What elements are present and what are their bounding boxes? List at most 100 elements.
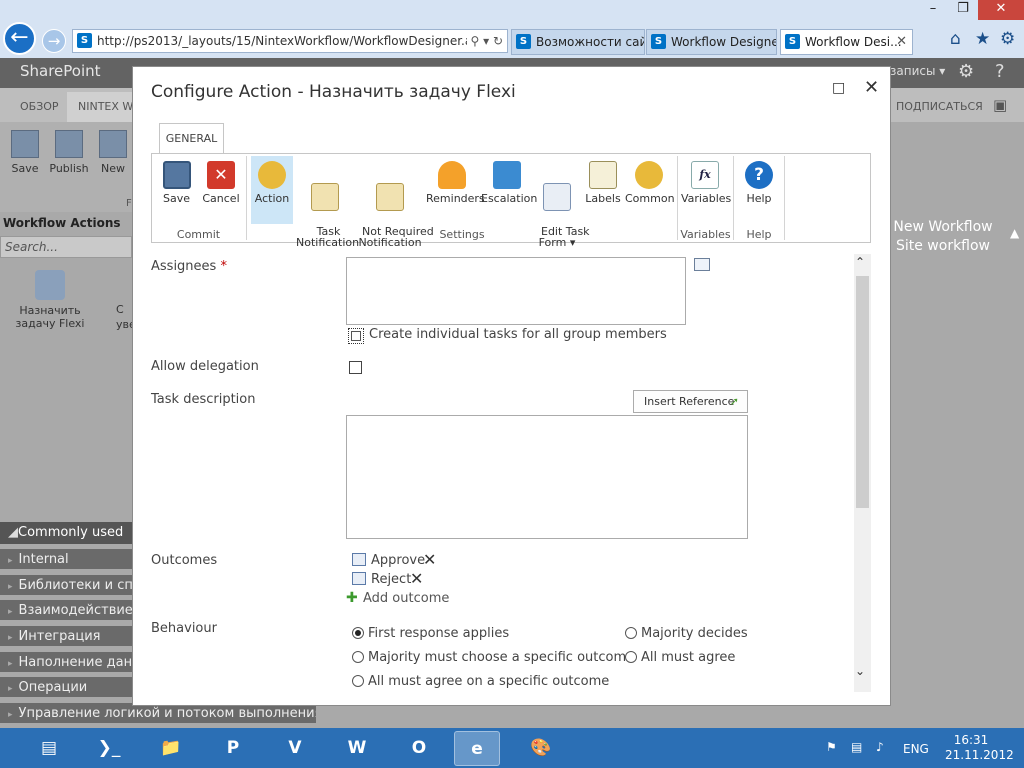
- search-icon[interactable]: ⚲: [470, 34, 479, 48]
- volume-icon[interactable]: ♪: [876, 740, 884, 754]
- radio-majority-decides[interactable]: [625, 627, 637, 639]
- labels-button[interactable]: Labels: [582, 156, 624, 224]
- variables-button[interactable]: fx Variables: [681, 156, 731, 224]
- tab-browse[interactable]: ОБЗОР: [20, 100, 59, 113]
- category-operations[interactable]: ▸ Операции: [0, 675, 132, 697]
- browser-tab-2[interactable]: S Workflow Designer: [646, 29, 777, 55]
- assignees-input[interactable]: [346, 257, 686, 325]
- radio-all-agree-specific[interactable]: [352, 675, 364, 687]
- radio-first-response[interactable]: [352, 627, 364, 639]
- explorer-icon[interactable]: 📁: [148, 731, 194, 766]
- word-icon[interactable]: W: [334, 731, 380, 766]
- network-icon[interactable]: ▤: [851, 740, 862, 754]
- radio-all-agree[interactable]: [625, 651, 637, 663]
- address-book-icon[interactable]: [694, 258, 710, 271]
- category-internal[interactable]: ▸ Internal: [0, 547, 132, 569]
- minimize-button[interactable]: –: [918, 0, 948, 20]
- outcome-approve[interactable]: Approve: [371, 553, 425, 568]
- follow-link[interactable]: ПОДПИСАТЬСЯ: [896, 100, 983, 113]
- help-icon[interactable]: ?: [995, 61, 1005, 82]
- task-notification-button[interactable]: Task Notification: [296, 156, 359, 248]
- cancel-button[interactable]: ✕ Cancel: [199, 156, 243, 224]
- insert-reference-button[interactable]: Insert Reference ➚: [633, 390, 748, 413]
- edit-task-form-button[interactable]: Edit Task Form ▾: [534, 156, 590, 248]
- allow-delegation-label: Allow delegation: [151, 359, 259, 374]
- gear-action-icon: [258, 161, 286, 189]
- allow-delegation-checkbox[interactable]: [349, 361, 362, 374]
- server-manager-icon[interactable]: ▤: [26, 731, 72, 766]
- flag-icon[interactable]: ⚑: [826, 740, 837, 754]
- insert-reference-label: Insert Reference: [644, 395, 735, 408]
- add-outcome-link[interactable]: Add outcome: [363, 591, 449, 606]
- category-libraries[interactable]: ▸ Библиотеки и спис: [0, 573, 132, 595]
- project-icon[interactable]: P: [210, 731, 256, 766]
- escalation-button[interactable]: Escalation: [481, 156, 537, 224]
- delete-outcome-icon[interactable]: ✕: [410, 569, 423, 588]
- sp-new-button[interactable]: New: [90, 130, 136, 175]
- sharepoint-brand[interactable]: SharePoint: [20, 62, 101, 80]
- browser-tab-1[interactable]: S Возможности сай...: [511, 29, 645, 55]
- close-icon[interactable]: ✕: [864, 77, 879, 98]
- cancel-label: Cancel: [202, 192, 240, 205]
- not-required-notification-icon: [376, 183, 404, 211]
- settings-icon[interactable]: ⚙: [1000, 29, 1015, 49]
- focus-icon[interactable]: ▣: [993, 96, 1007, 114]
- save-button[interactable]: Save: [155, 156, 198, 224]
- address-bar[interactable]: S http://ps2013/_layouts/15/NintexWorkfl…: [72, 29, 508, 53]
- outlook-icon[interactable]: O: [396, 731, 442, 766]
- restore-button[interactable]: ❐: [948, 0, 978, 20]
- window-close-button[interactable]: ✕: [978, 0, 1024, 20]
- browser-tab-3[interactable]: S Workflow Desi... ✕: [780, 29, 913, 55]
- help-button[interactable]: ? Help: [737, 156, 781, 224]
- canvas-title-line1: New Workflow: [893, 219, 993, 235]
- individual-tasks-checkbox[interactable]: [348, 328, 364, 344]
- action-button[interactable]: Action: [251, 156, 293, 224]
- scroll-up-icon[interactable]: ⌃: [855, 255, 865, 269]
- category-interaction[interactable]: ▸ Взаимодействие с: [0, 598, 132, 620]
- not-required-notification-button[interactable]: Not Required Notification: [355, 156, 434, 248]
- home-icon[interactable]: ⌂: [950, 29, 961, 49]
- clock[interactable]: 16:31 21.11.2012: [945, 733, 1014, 763]
- gear-icon[interactable]: ⚙: [958, 61, 974, 82]
- task-description-input[interactable]: [346, 415, 748, 539]
- tab-general[interactable]: GENERAL: [159, 123, 224, 154]
- maximize-icon[interactable]: □: [832, 80, 845, 96]
- paint-icon[interactable]: 🎨: [518, 731, 564, 766]
- sp-save-button[interactable]: Save: [2, 130, 48, 175]
- refresh-icon[interactable]: ↻: [493, 34, 503, 48]
- user-menu[interactable]: записы ▾: [890, 64, 945, 78]
- category-commonly-used[interactable]: ◢Commonly used: [0, 522, 132, 544]
- scrollbar-thumb[interactable]: [856, 276, 869, 508]
- chevron-right-icon: ▸: [8, 582, 13, 592]
- dropdown-icon[interactable]: ▾: [483, 34, 489, 48]
- scroll-down-icon[interactable]: ⌄: [855, 664, 865, 678]
- help-icon: ?: [745, 161, 773, 189]
- actions-search-input[interactable]: Search...: [0, 236, 132, 258]
- favorites-icon[interactable]: ★: [975, 29, 990, 49]
- plus-icon[interactable]: ✚: [346, 590, 358, 606]
- forward-button[interactable]: →: [42, 29, 66, 53]
- sp-publish-button[interactable]: Publish: [46, 130, 92, 175]
- language-indicator[interactable]: ENG: [903, 742, 929, 756]
- radio-majority-specific[interactable]: [352, 651, 364, 663]
- delete-outcome-icon[interactable]: ✕: [423, 550, 436, 569]
- task-notification-icon: [311, 183, 339, 211]
- powershell-icon[interactable]: ❯_: [86, 731, 132, 766]
- address-tools[interactable]: ⚲ ▾ ↻: [467, 30, 503, 52]
- chevron-right-icon: ▸: [8, 710, 13, 720]
- category-data[interactable]: ▸ Наполнение данн: [0, 650, 132, 672]
- outcome-reject[interactable]: Reject: [371, 572, 411, 587]
- tab-close-icon[interactable]: ✕: [896, 30, 907, 54]
- category-integration[interactable]: ▸ Интеграция: [0, 624, 132, 646]
- action-item-assign-task[interactable]: Назначить задачу Flexi: [14, 270, 86, 330]
- reminders-button[interactable]: Reminders: [426, 156, 485, 224]
- back-button[interactable]: ←: [3, 22, 36, 55]
- outcomes-label: Outcomes: [151, 553, 218, 568]
- visio-icon[interactable]: V: [272, 731, 318, 766]
- cancel-icon: ✕: [207, 161, 235, 189]
- sp-ribbon-group: F: [126, 198, 132, 209]
- canvas-scroll-up-icon[interactable]: ▲: [1010, 226, 1019, 240]
- internet-explorer-icon[interactable]: e: [454, 731, 500, 766]
- common-button[interactable]: Common: [625, 156, 675, 224]
- canvas-title-line2: Site workflow: [895, 238, 991, 254]
